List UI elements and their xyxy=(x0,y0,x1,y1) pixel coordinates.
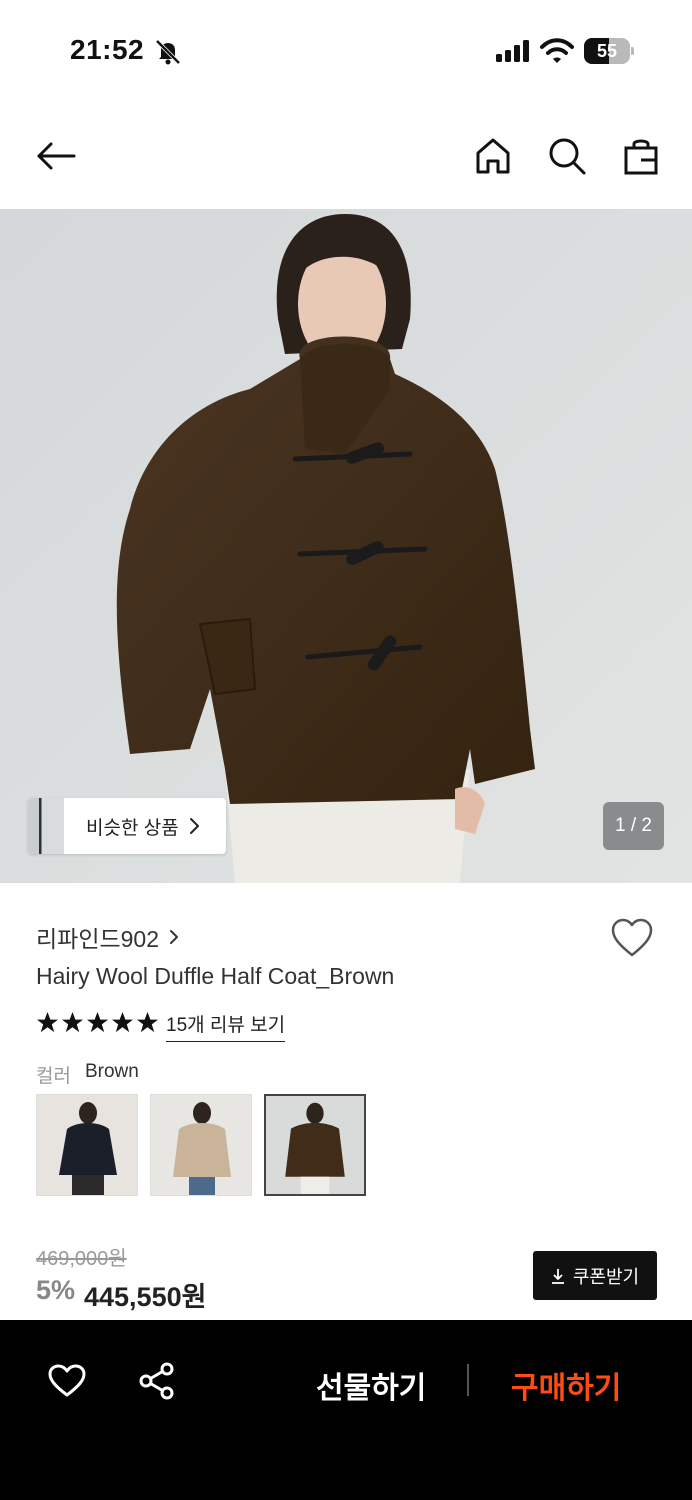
download-icon xyxy=(551,1268,564,1284)
shopping-bag-icon[interactable] xyxy=(621,136,661,176)
color-row: 컬러 Brown xyxy=(36,1061,139,1088)
star-icon xyxy=(136,1011,159,1033)
battery-level: 55 xyxy=(596,41,618,61)
chevron-right-icon xyxy=(189,818,199,834)
coupon-label: 쿠폰받기 xyxy=(572,1266,640,1287)
buy-button[interactable]: 구매하기 xyxy=(511,1363,621,1407)
star-icon xyxy=(111,1011,134,1033)
original-price: 469,000원 xyxy=(36,1248,127,1270)
color-swatch-navy[interactable] xyxy=(36,1094,138,1196)
battery-icon: 55 xyxy=(584,38,634,64)
signal-icon xyxy=(496,40,529,62)
home-icon[interactable] xyxy=(473,136,513,176)
heart-icon[interactable] xyxy=(48,1364,86,1398)
image-page-indicator: 1 / 2 xyxy=(603,802,664,850)
color-swatches xyxy=(36,1094,366,1196)
wifi-icon xyxy=(540,38,574,63)
status-bar: 21:52 55 xyxy=(0,0,692,100)
star-icon xyxy=(86,1011,109,1033)
discount-rate: 5% xyxy=(36,1275,76,1305)
color-label: 컬러 xyxy=(36,1066,71,1087)
color-value: Brown xyxy=(84,1061,139,1082)
chevron-right-icon xyxy=(170,930,179,944)
search-icon[interactable] xyxy=(547,136,587,176)
color-swatch-brown[interactable] xyxy=(264,1094,366,1196)
wishlist-heart-icon[interactable] xyxy=(610,917,654,959)
color-swatch-beige[interactable] xyxy=(150,1094,252,1196)
similar-products-label: 비슷한 상품 xyxy=(86,817,179,839)
rating-stars xyxy=(36,1011,159,1034)
sale-price: 445,550원 xyxy=(84,1282,207,1312)
top-navigation xyxy=(0,120,692,198)
bell-off-icon xyxy=(155,39,181,65)
brand-name: 리파인드902 xyxy=(36,926,160,952)
status-time: 21:52 xyxy=(70,34,145,65)
gift-button[interactable]: 선물하기 xyxy=(316,1363,426,1407)
brand-link[interactable]: 리파인드902 xyxy=(36,920,179,954)
similar-products-button[interactable]: 비슷한 상품 xyxy=(28,798,226,854)
product-image[interactable] xyxy=(0,209,692,883)
star-icon xyxy=(36,1011,59,1033)
product-title: Hairy Wool Duffle Half Coat_Brown xyxy=(36,963,395,989)
share-icon[interactable] xyxy=(138,1362,176,1400)
divider xyxy=(467,1364,469,1396)
bottom-action-bar: 선물하기 구매하기 xyxy=(0,1320,692,1500)
review-link[interactable]: 15개 리뷰 보기 xyxy=(166,1010,286,1042)
star-icon xyxy=(61,1011,84,1033)
similar-thumbnail xyxy=(28,798,64,854)
coupon-button[interactable]: 쿠폰받기 xyxy=(533,1251,657,1300)
product-photo xyxy=(0,209,692,883)
back-arrow-icon[interactable] xyxy=(36,136,76,176)
